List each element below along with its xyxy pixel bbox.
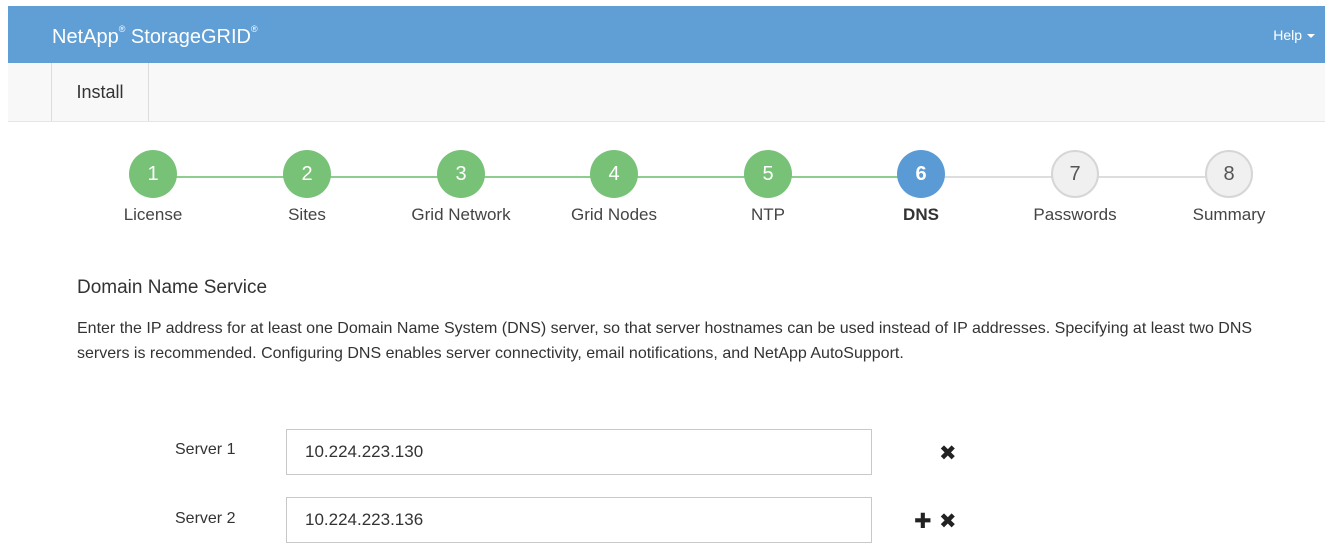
section-description: Enter the IP address for at least one Do… <box>77 320 1253 362</box>
step-number: 6 <box>897 150 945 198</box>
step-license[interactable]: 1 License <box>83 150 223 225</box>
server-2-label: Server 2 <box>175 510 236 527</box>
step-label: Grid Network <box>411 205 511 224</box>
nav-bar: Install <box>8 63 1325 122</box>
step-dns[interactable]: 6 DNS <box>851 150 991 225</box>
step-number: 3 <box>437 150 485 198</box>
server-1-label: Server 1 <box>175 441 236 458</box>
add-icon[interactable]: ✚ <box>914 509 932 534</box>
step-number: 8 <box>1205 150 1253 198</box>
step-grid-nodes[interactable]: 4 Grid Nodes <box>544 150 684 225</box>
step-number: 7 <box>1051 150 1099 198</box>
step-label: DNS <box>903 205 939 224</box>
step-number: 1 <box>129 150 177 198</box>
step-summary: 8 Summary <box>1159 150 1299 225</box>
step-label: Summary <box>1192 205 1266 224</box>
registered-mark: ® <box>118 24 126 35</box>
wizard-stepper: 1 License 2 Sites 3 Grid Network 4 Grid … <box>0 150 1325 240</box>
step-label: NTP <box>751 205 785 224</box>
app-brand[interactable]: NetApp® StorageGRID® <box>52 24 258 49</box>
brand-netapp: NetApp <box>52 26 119 48</box>
step-number: 2 <box>283 150 331 198</box>
step-label: Grid Nodes <box>571 205 657 224</box>
step-number: 5 <box>744 150 792 198</box>
help-label: Help <box>1273 27 1302 43</box>
top-header: NetApp® StorageGRID® Help <box>8 6 1325 63</box>
tab-install[interactable]: Install <box>51 63 149 121</box>
step-ntp[interactable]: 5 NTP <box>698 150 838 225</box>
help-menu[interactable]: Help <box>1273 27 1315 43</box>
step-label: License <box>123 205 183 224</box>
step-grid-network[interactable]: 3 Grid Network <box>391 150 531 225</box>
step-sites[interactable]: 2 Sites <box>237 150 377 225</box>
step-label: Passwords <box>1033 205 1117 224</box>
brand-product: StorageGRID <box>125 26 251 48</box>
caret-down-icon <box>1307 34 1315 39</box>
section-title: Domain Name Service <box>77 277 268 298</box>
remove-icon[interactable]: ✖ <box>939 509 957 534</box>
server-1-input[interactable] <box>286 429 872 475</box>
remove-icon[interactable]: ✖ <box>939 441 957 466</box>
step-label: Sites <box>288 205 326 224</box>
server-2-input[interactable] <box>286 497 872 543</box>
step-passwords: 7 Passwords <box>1005 150 1145 225</box>
registered-mark-2: ® <box>250 24 258 35</box>
step-number: 4 <box>590 150 638 198</box>
